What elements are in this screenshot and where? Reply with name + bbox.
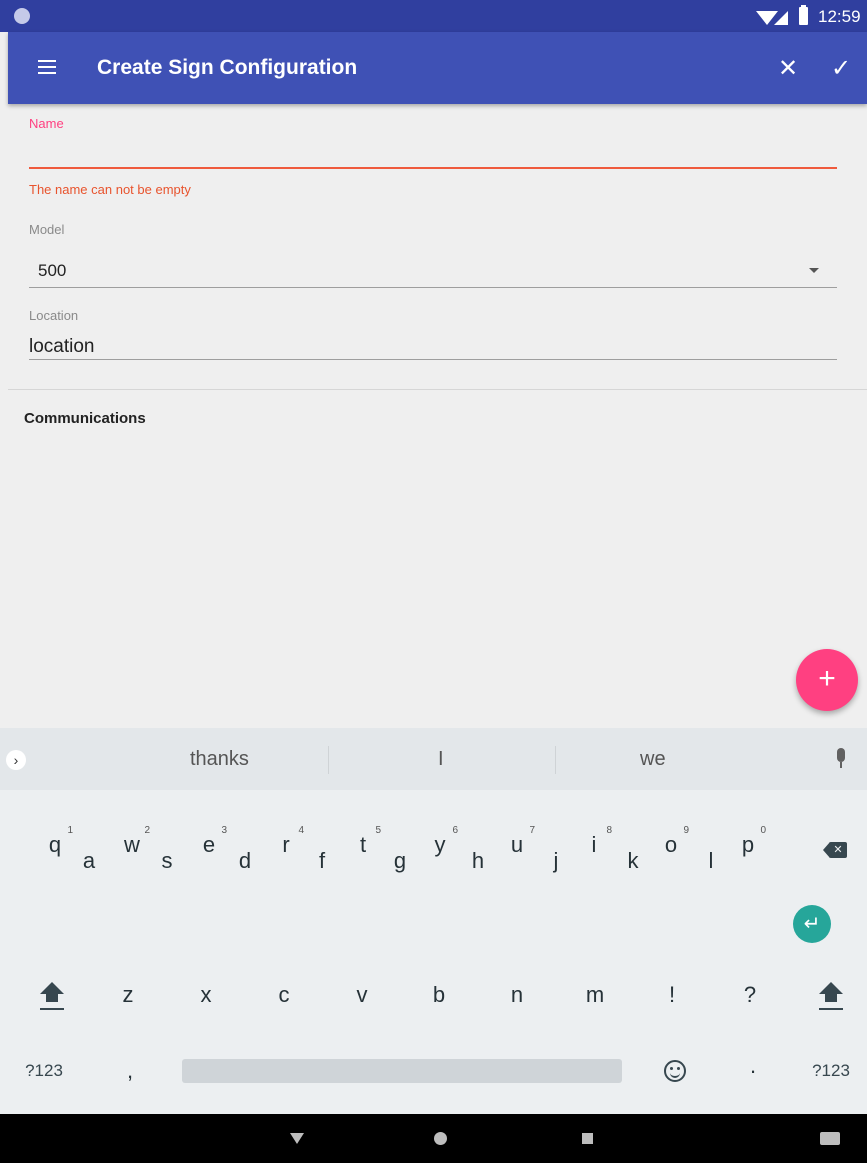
model-underline <box>29 287 837 288</box>
chevron-down-icon <box>809 268 819 273</box>
name-error-text: The name can not be empty <box>29 182 191 197</box>
shift-icon[interactable] <box>818 982 844 1012</box>
backspace-icon[interactable]: ✕ <box>823 842 847 858</box>
key-v[interactable]: v <box>324 962 400 1028</box>
key-s[interactable]: s <box>129 828 205 894</box>
home-icon[interactable] <box>434 1132 447 1145</box>
location-label: Location <box>29 308 79 323</box>
signal-icon <box>774 11 788 25</box>
close-icon[interactable]: ✕ <box>774 54 802 83</box>
recents-icon[interactable] <box>582 1133 593 1144</box>
key-d[interactable]: d <box>207 828 283 894</box>
location-underline <box>29 359 837 360</box>
symbols-key[interactable]: ?123 <box>6 1038 82 1104</box>
battery-icon <box>799 5 808 25</box>
app-bar: Create Sign Configuration ✕ ✓ <box>8 32 867 104</box>
key-b[interactable]: b <box>401 962 477 1028</box>
symbols-key[interactable]: ?123 <box>793 1038 867 1104</box>
key-x[interactable]: x <box>168 962 244 1028</box>
suggestion-strip: › thanks I we <box>0 728 867 790</box>
check-icon[interactable]: ✓ <box>827 54 855 83</box>
status-bar: 12:59 <box>0 0 867 32</box>
key-j[interactable]: j <box>518 828 594 894</box>
model-select[interactable] <box>29 250 837 288</box>
enter-icon[interactable]: ↵ <box>793 905 831 943</box>
suggestion-divider <box>328 746 329 774</box>
key-l[interactable]: l <box>673 828 749 894</box>
model-label: Model <box>29 222 65 237</box>
key-comma[interactable]: , <box>92 1038 168 1104</box>
suggestion-item[interactable]: I <box>438 748 444 771</box>
communications-title: Communications <box>24 410 146 427</box>
key-question[interactable]: ? <box>712 962 788 1028</box>
location-input[interactable] <box>29 333 837 361</box>
key-m[interactable]: m <box>557 962 633 1028</box>
suggestion-item[interactable]: we <box>640 748 666 771</box>
page-title: Create Sign Configuration <box>97 56 358 79</box>
notification-icon <box>14 8 30 24</box>
back-icon[interactable] <box>290 1133 304 1144</box>
status-time: 12:59 <box>818 7 861 26</box>
key-k[interactable]: k <box>595 828 671 894</box>
key-h[interactable]: h <box>440 828 516 894</box>
shift-icon[interactable] <box>39 982 65 1012</box>
suggestion-item[interactable]: thanks <box>190 748 249 771</box>
key-z[interactable]: z <box>90 962 166 1028</box>
keyboard-icon[interactable] <box>820 1132 840 1145</box>
key-n[interactable]: n <box>479 962 555 1028</box>
emoji-icon[interactable] <box>664 1060 686 1082</box>
add-communication-button[interactable]: + <box>796 649 858 711</box>
model-value: 500 <box>38 261 67 280</box>
key-f[interactable]: f <box>284 828 360 894</box>
microphone-icon[interactable] <box>834 748 848 774</box>
menu-icon[interactable] <box>38 60 56 74</box>
key-exclamation[interactable]: ! <box>634 962 710 1028</box>
name-input[interactable] <box>29 138 837 166</box>
key-a[interactable]: a <box>51 828 127 894</box>
name-underline <box>29 167 837 169</box>
key-c[interactable]: c <box>246 962 322 1028</box>
space-key[interactable] <box>182 1059 622 1083</box>
section-divider <box>8 389 867 390</box>
suggestion-divider <box>555 746 556 774</box>
chevron-right-icon[interactable]: › <box>6 750 26 770</box>
key-period[interactable]: · <box>715 1038 791 1104</box>
navigation-bar <box>0 1114 867 1163</box>
name-label: Name <box>29 116 64 131</box>
key-g[interactable]: g <box>362 828 438 894</box>
